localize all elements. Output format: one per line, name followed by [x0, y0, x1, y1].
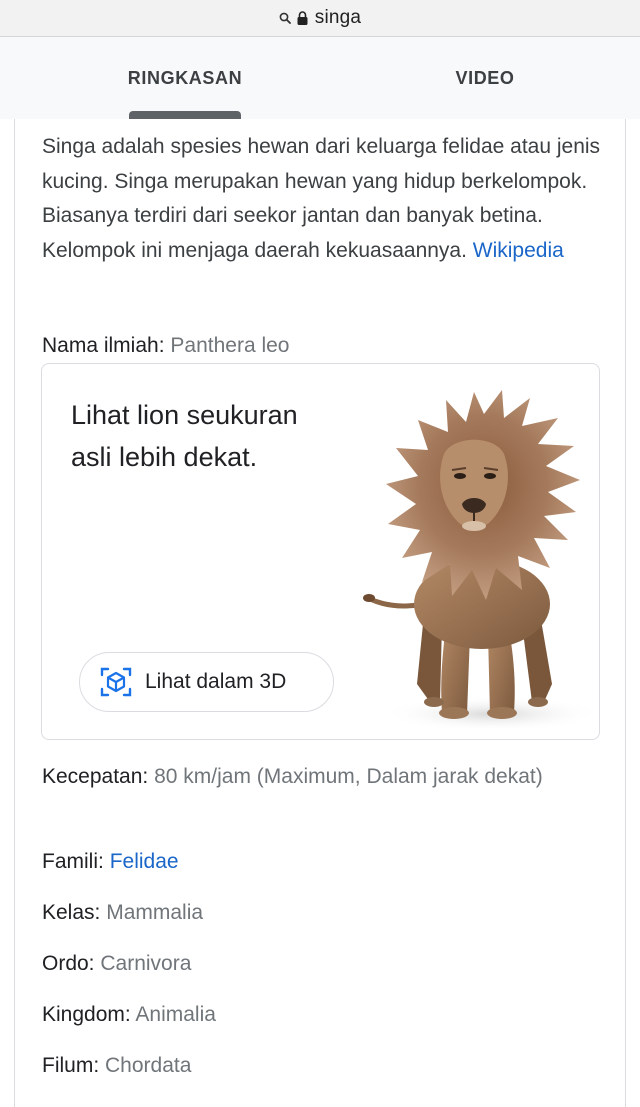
ar-card-title: Lihat lion seukuran asli lebih dekat.: [71, 400, 298, 472]
scientific-name-value: Panthera leo: [170, 334, 290, 357]
fact-value: Animalia: [135, 1003, 216, 1026]
lock-icon: [297, 11, 309, 25]
view-in-3d-label: Lihat dalam 3D: [145, 670, 287, 693]
url-text: singa: [314, 7, 362, 28]
fact-kecepatan: Kecepatan: 80 km/jam (Maximum, Dalam jar…: [42, 760, 602, 793]
fact-label: Kelas:: [42, 901, 101, 924]
tab-bar: RINGKASAN VIDEO: [0, 37, 640, 119]
fact-famili: Famili: Felidae: [42, 845, 602, 878]
fact-value: Mammalia: [106, 901, 204, 924]
tab-video[interactable]: VIDEO: [390, 37, 580, 119]
felidae-link[interactable]: Felidae: [110, 850, 179, 873]
view-in-3d-card[interactable]: Lihat lion seukuran asli lebih dekat. Li…: [41, 363, 600, 740]
lion-3d-image[interactable]: [362, 384, 592, 729]
fact-label: Kingdom:: [42, 1003, 131, 1026]
fact-kelas: Kelas: Mammalia: [42, 896, 602, 929]
tab-ringkasan[interactable]: RINGKASAN: [90, 37, 280, 119]
wikipedia-link[interactable]: Wikipedia: [473, 239, 564, 262]
view-in-3d-icon: [100, 667, 132, 697]
fact-filum: Filum: Chordata: [42, 1049, 602, 1082]
fact-value: Chordata: [105, 1054, 192, 1077]
fact-kingdom: Kingdom: Animalia: [42, 998, 602, 1031]
fact-value: 80 km/jam (Maximum, Dalam jarak dekat): [154, 765, 543, 788]
search-icon: [279, 11, 291, 25]
scientific-name-label: Nama ilmiah:: [42, 334, 165, 357]
fact-label: Famili:: [42, 850, 104, 873]
fact-label: Ordo:: [42, 952, 95, 975]
fact-label: Kecepatan:: [42, 765, 149, 788]
active-tab-indicator: [129, 111, 241, 119]
summary-paragraph: Singa adalah spesies hewan dari keluarga…: [42, 130, 602, 268]
address-bar[interactable]: singa: [0, 0, 640, 37]
fact-label: Filum:: [42, 1054, 100, 1077]
view-in-3d-button[interactable]: Lihat dalam 3D: [79, 652, 334, 712]
fact-value: Carnivora: [100, 952, 192, 975]
scientific-name-row: Nama ilmiah: Panthera leo: [42, 330, 289, 362]
fact-ordo: Ordo: Carnivora: [42, 947, 602, 980]
